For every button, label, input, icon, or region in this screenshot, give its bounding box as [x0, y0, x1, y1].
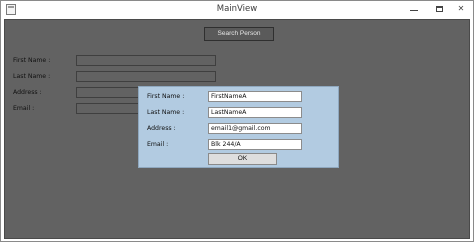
minimize-icon: [410, 10, 418, 11]
close-icon: ✕: [457, 3, 465, 13]
title-bar[interactable]: MainView ✕: [1, 1, 473, 19]
dialog-email-field[interactable]: Blk 244/A: [208, 139, 302, 150]
maximize-icon: [435, 5, 443, 12]
search-person-button[interactable]: Search Person: [204, 27, 274, 41]
main-window: MainView ✕ Search Person First Name : La…: [0, 0, 474, 242]
first-name-label: First Name :: [13, 57, 51, 64]
email-label: Email :: [13, 105, 35, 112]
dialog-email-label: Email :: [147, 141, 169, 148]
dialog-last-name-label: Last Name :: [147, 109, 185, 116]
main-content: Search Person First Name : Last Name : A…: [4, 19, 470, 239]
last-name-field[interactable]: [76, 71, 216, 82]
dialog-last-name-field[interactable]: LastNameA: [208, 107, 302, 118]
minimize-button[interactable]: [404, 1, 424, 16]
ok-button[interactable]: OK: [208, 153, 277, 165]
last-name-label: Last Name :: [13, 73, 51, 80]
dialog-first-name-field[interactable]: FirstNameA: [208, 91, 302, 102]
address-label: Address :: [13, 89, 42, 96]
dialog-address-label: Address :: [147, 125, 176, 132]
window-title: MainView: [216, 4, 258, 14]
first-name-field[interactable]: [76, 55, 216, 66]
person-details-dialog: First Name : FirstNameA Last Name : Last…: [138, 86, 339, 168]
dialog-first-name-label: First Name :: [147, 93, 185, 100]
close-button[interactable]: ✕: [450, 1, 472, 16]
maximize-button[interactable]: [429, 1, 449, 16]
dialog-address-field[interactable]: email1@gmail.com: [208, 123, 302, 134]
